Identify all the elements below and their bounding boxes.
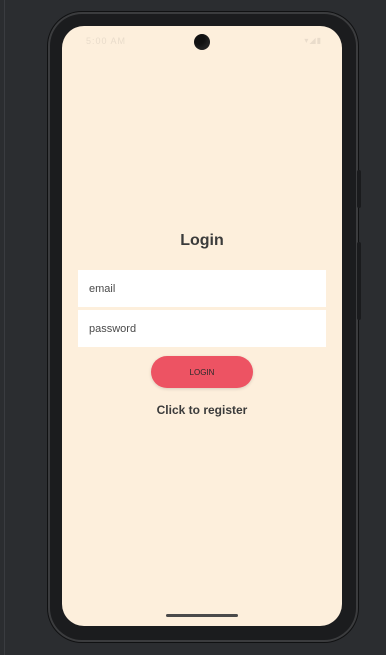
password-field[interactable] [78,310,326,347]
status-time: 5:00 AM [86,36,127,46]
page-title: Login [180,232,224,249]
home-indicator[interactable] [166,614,238,617]
email-field[interactable] [78,270,326,307]
register-link[interactable]: Click to register [62,403,342,417]
phone-screen: 5:00 AM ▾◢▮ Login LOGIN Click to registe… [62,26,342,626]
front-camera [194,34,210,50]
login-button[interactable]: LOGIN [151,356,253,388]
power-button[interactable] [357,170,361,208]
window-divider [4,0,5,655]
emulator-window: 5:00 AM ▾◢▮ Login LOGIN Click to registe… [0,0,386,655]
status-icons: ▾◢▮ [304,36,322,45]
volume-button[interactable] [357,242,361,320]
